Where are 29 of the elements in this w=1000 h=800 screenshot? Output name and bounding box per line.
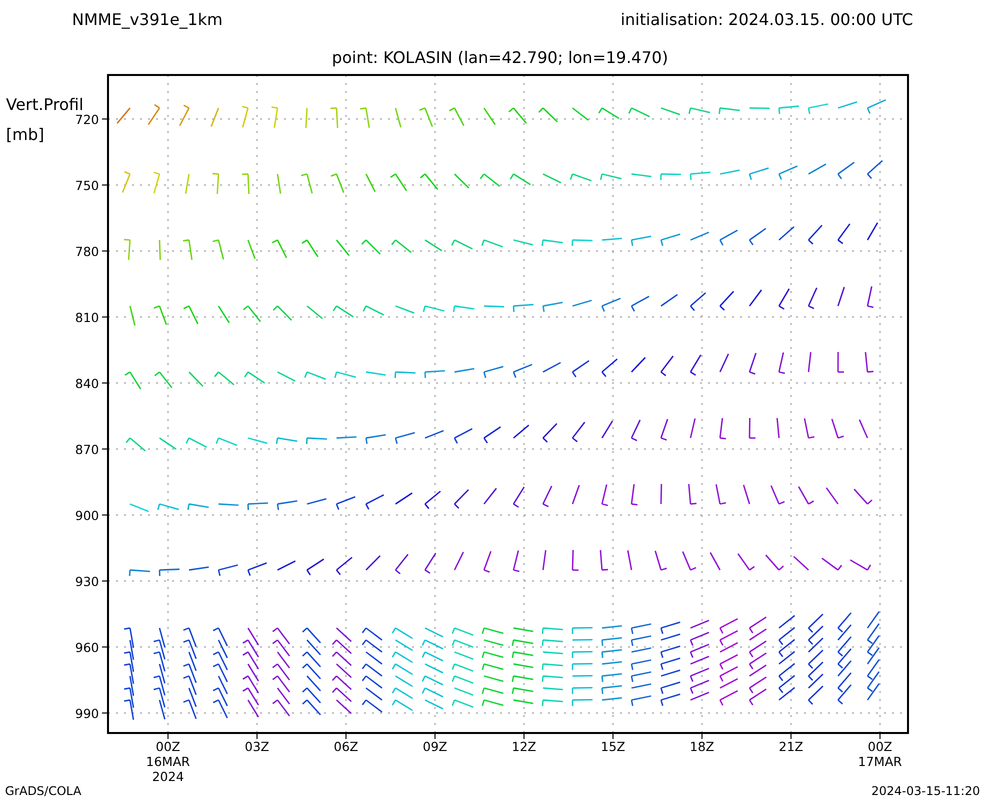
x-tick-label: 03Z [244,739,270,754]
y-tick-label: 960 [75,640,99,655]
y-tick-label: 780 [75,244,99,259]
y-tick-label: 840 [75,376,99,391]
model-title: NMME_v391e_1km [72,10,223,29]
footer-credit: GrADS/COLA [5,784,82,798]
y-tick-label: 870 [75,442,99,457]
x-tick-label: 12Z [512,739,536,754]
y-tick-label: 990 [75,706,99,721]
y-tick-label: 810 [75,310,99,325]
y-tick-label: 930 [75,574,99,589]
x-tick-label: 16MAR [146,754,190,769]
x-tick-label: 17MAR [858,754,902,769]
x-tick-label: 2024 [152,769,184,784]
x-tick-label: 06Z [334,739,358,754]
x-tick-label: 00Z [156,739,180,754]
point-title: point: KOLASIN (lan=42.790; lon=19.470) [332,48,668,67]
x-tick-label: 15Z [600,739,626,754]
x-tick-label: 18Z [690,739,714,754]
x-tick-label: 21Z [778,739,804,754]
x-tick-label: 00Z [868,739,892,754]
x-tick-label: 09Z [422,739,448,754]
y-tick-label: 900 [75,508,99,523]
y-tick-label: 720 [75,112,99,127]
axis-label: [mb] [6,125,44,144]
footer-timestamp: 2024-03-15-11:20 [871,784,980,798]
y-tick-label: 750 [75,178,99,193]
initialisation-title: initialisation: 2024.03.15. 00:00 UTC [620,10,913,29]
axis-label: Vert.Profil [6,95,84,114]
